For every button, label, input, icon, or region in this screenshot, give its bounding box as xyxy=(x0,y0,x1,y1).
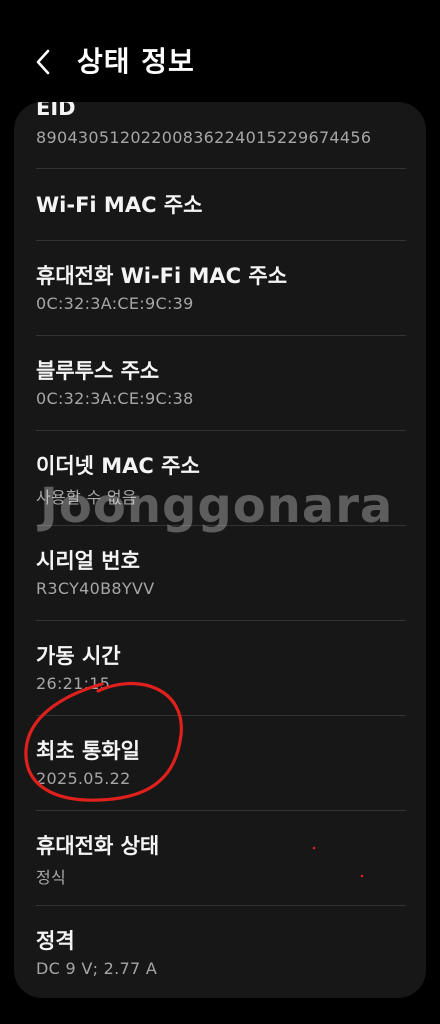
item-title: 이더넷 MAC 주소 xyxy=(36,454,200,478)
item-title: Wi-Fi MAC 주소 xyxy=(36,193,203,217)
item-title: 휴대전화 Wi-Fi MAC 주소 xyxy=(36,264,288,288)
list-item-ethernet-mac[interactable]: 이더넷 MAC 주소 사용할 수 없음 xyxy=(14,431,426,525)
item-title: 정격 xyxy=(36,929,75,953)
list-item-phone-wifi-mac[interactable]: 휴대전화 Wi-Fi MAC 주소 0C:32:3A:CE:9C:39 xyxy=(14,241,426,335)
list-item-uptime[interactable]: 가동 시간 26:21:15 xyxy=(14,621,426,715)
item-title: 휴대전화 상태 xyxy=(36,834,160,858)
status-info-list: EID 89043051202200836224015229674456 Wi-… xyxy=(14,102,426,998)
item-value: 0C:32:3A:CE:9C:39 xyxy=(36,294,194,313)
item-title: EID xyxy=(36,102,76,120)
item-value: DC 9 V; 2.77 A xyxy=(36,959,158,978)
list-item-bluetooth-address[interactable]: 블루투스 주소 0C:32:3A:CE:9C:38 xyxy=(14,336,426,430)
item-value: 26:21:15 xyxy=(36,674,111,693)
item-value: 정식 xyxy=(36,868,67,887)
list-item-rating[interactable]: 정격 DC 9 V; 2.77 A xyxy=(14,906,426,998)
item-title: 최초 통화일 xyxy=(36,739,140,763)
item-value: 0C:32:3A:CE:9C:38 xyxy=(36,389,194,408)
list-item-phone-status[interactable]: 휴대전화 상태 정식 xyxy=(14,811,426,905)
item-value: 2025.05.22 xyxy=(36,769,131,788)
back-button[interactable] xyxy=(26,44,62,80)
list-item-serial-number[interactable]: 시리얼 번호 R3CY40B8YVV xyxy=(14,526,426,620)
item-value: 89043051202200836224015229674456 xyxy=(36,128,372,147)
page-title: 상태 정보 xyxy=(77,45,195,78)
item-value: 사용할 수 없음 xyxy=(36,488,137,507)
item-title: 가동 시간 xyxy=(36,644,121,668)
chevron-left-icon xyxy=(36,49,50,75)
list-item-first-call-date[interactable]: 최초 통화일 2025.05.22 xyxy=(14,716,426,810)
item-value: R3CY40B8YVV xyxy=(36,579,155,598)
item-title: 시리얼 번호 xyxy=(36,549,140,573)
app-header: 상태 정보 xyxy=(0,0,440,110)
item-title: 블루투스 주소 xyxy=(36,359,160,383)
